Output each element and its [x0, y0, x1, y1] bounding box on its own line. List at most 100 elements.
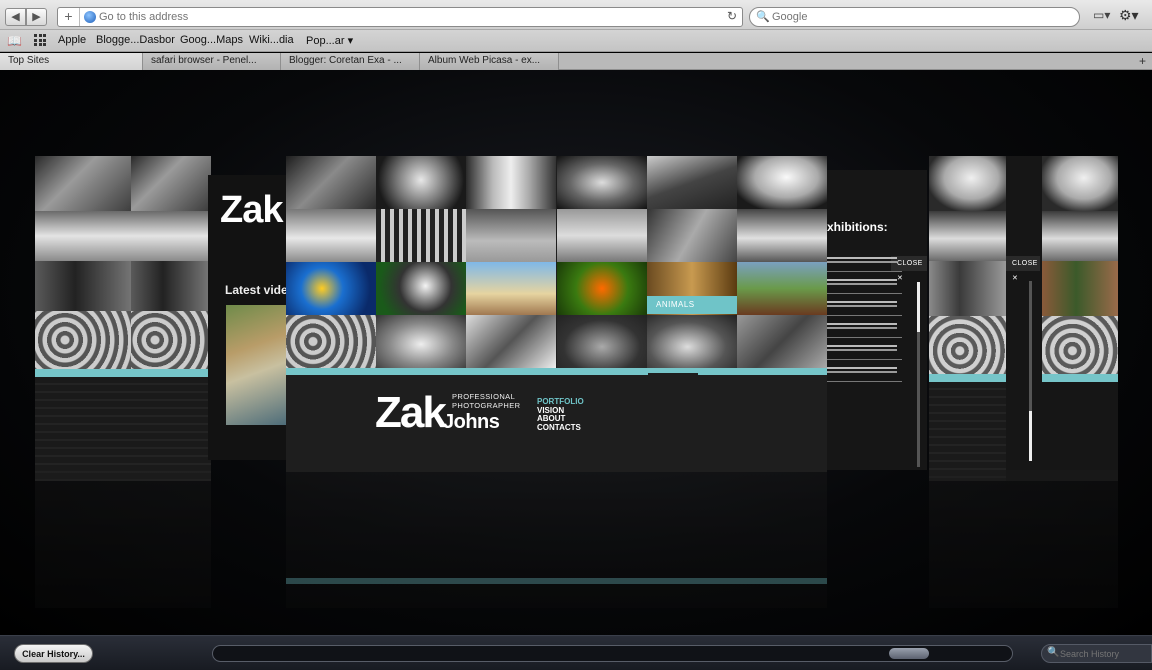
bookmark-blogger-dasbor[interactable]: Blogge...Dasbor: [96, 34, 175, 46]
logo-johns: Johns: [443, 411, 500, 433]
reload-icon[interactable]: ↻: [727, 9, 737, 23]
logo-photographer: PHOTOGRAPHER: [452, 401, 521, 410]
accent-strip: [929, 374, 1006, 382]
thumbnail-landscape: [131, 211, 211, 261]
scrollbar-thumb[interactable]: [1029, 411, 1032, 461]
photo-thumbnail[interactable]: [646, 156, 737, 209]
photo-thumbnail[interactable]: [376, 262, 467, 315]
history-page-far-right[interactable]: CLOSE ✕: [1006, 156, 1118, 481]
tab-top-sites[interactable]: Top Sites: [0, 53, 143, 70]
photo-thumbnail[interactable]: [737, 315, 827, 368]
tab-safari-browser[interactable]: safari browser - Penel...: [143, 53, 281, 70]
photo-thumbnail[interactable]: [737, 262, 827, 315]
settings-menu-button[interactable]: ⚙▾: [1119, 7, 1145, 25]
animals-label[interactable]: ANIMALS: [647, 296, 737, 314]
tab-blogger[interactable]: Blogger: Coretan Exa - ...: [281, 53, 420, 70]
photo-thumbnail[interactable]: [376, 209, 467, 262]
photo-thumbnail[interactable]: [556, 209, 647, 262]
back-arrow-icon: ◀: [11, 11, 20, 23]
thumbnail-animals: [131, 261, 211, 311]
photo-thumbnail[interactable]: [737, 209, 827, 262]
thumbnail-landscape: [1042, 211, 1118, 261]
bookmark-apple[interactable]: Apple: [58, 34, 86, 46]
page-logo: Zak: [220, 189, 283, 231]
scrollbar[interactable]: [1029, 281, 1032, 461]
globe-icon: [84, 11, 96, 23]
exhibitions-heading: xhibitions:: [827, 220, 888, 234]
photo-thumbnail[interactable]: [556, 156, 647, 209]
photo-thumbnail[interactable]: [646, 315, 737, 368]
logo-professional: PROFESSIONAL: [452, 392, 516, 401]
thumbnail-portrait: [1042, 156, 1118, 211]
thumbnail-food: [35, 311, 135, 369]
address-input[interactable]: [99, 9, 699, 25]
accent-strip: [1042, 374, 1118, 382]
photo-thumbnail[interactable]: [556, 262, 647, 315]
thumbnail-food: [929, 316, 1006, 374]
photo-thumbnail[interactable]: [376, 315, 467, 368]
bookmark-popular-menu[interactable]: Pop...ar ▾: [306, 34, 353, 47]
search-bar[interactable]: 🔍: [749, 7, 1080, 27]
search-input[interactable]: [772, 10, 1072, 24]
photo-thumbnail[interactable]: [466, 262, 557, 315]
history-page-zak-johns[interactable]: ANIMALS Zak Johns PROFESSIONAL PHOTOGRAP…: [286, 156, 827, 472]
cover-flow-scrollbar[interactable]: [212, 645, 1013, 662]
photo-thumbnail[interactable]: [286, 156, 376, 209]
forward-arrow-icon: ▶: [32, 11, 41, 23]
photo-thumbnail[interactable]: [286, 315, 376, 368]
photo-thumbnail[interactable]: [466, 209, 557, 262]
photo-thumbnail[interactable]: [737, 156, 827, 209]
photo-thumbnail[interactable]: [646, 209, 737, 262]
history-page-far-left[interactable]: [35, 156, 135, 481]
history-page-mid-left[interactable]: [131, 156, 211, 481]
scrollbar[interactable]: [917, 282, 920, 467]
photo-thumbnail[interactable]: [376, 156, 467, 209]
photo-thumbnail[interactable]: [286, 209, 376, 262]
reflection-panel: [35, 470, 135, 608]
menu-contacts[interactable]: CONTACTS: [537, 423, 584, 433]
thumbnail-food: [131, 311, 211, 369]
reflection-panel: [929, 470, 1006, 608]
thumbnail-landscape: [35, 211, 135, 261]
address-bar[interactable]: + ↻: [57, 7, 743, 27]
accent-strip: [286, 368, 827, 375]
reflection-panel: [131, 470, 211, 608]
video-thumbnail: [226, 305, 288, 425]
clear-history-button[interactable]: Clear History...: [14, 644, 93, 663]
page-menu-button[interactable]: ▭▾: [1093, 8, 1115, 26]
thumbnail-animals: [35, 261, 135, 311]
history-cover-flow: Zak Latest video ANIMALS Zak Johns PROFE…: [0, 70, 1152, 635]
photo-thumbnail[interactable]: [466, 315, 557, 368]
cover-flow-scrollbar-thumb[interactable]: [889, 648, 929, 659]
bookmark-google-maps[interactable]: Goog...Maps: [180, 34, 243, 46]
new-tab-icon[interactable]: +: [1139, 53, 1146, 69]
thumbnail-portrait: [929, 156, 1006, 211]
list-item: [827, 338, 902, 360]
thumbnail-landscape: [929, 211, 1006, 261]
list-item-text: [827, 279, 897, 281]
close-button[interactable]: CLOSE ✕: [1006, 256, 1040, 282]
history-page-mid-right[interactable]: [929, 156, 1006, 481]
accent-strip: [35, 369, 135, 377]
bookmark-wikipedia[interactable]: Wiki...dia: [249, 34, 294, 46]
tab-picasa[interactable]: Album Web Picasa - ex...: [420, 53, 559, 70]
history-bottom-bar: Clear History... 🔍: [0, 635, 1152, 670]
history-search-input[interactable]: [1060, 647, 1150, 660]
history-page-near-left[interactable]: Zak Latest video: [208, 175, 288, 460]
back-button[interactable]: ◀: [5, 8, 26, 26]
photo-thumbnail[interactable]: [556, 315, 647, 368]
top-sites-grid-icon[interactable]: [34, 34, 46, 46]
list-item: [827, 294, 902, 316]
cover-flow-reflection: [35, 470, 1118, 608]
reading-list-icon[interactable]: 📖: [7, 34, 22, 48]
bookmarks-bar: 📖 Apple Blogge...Dasbor Goog...Maps Wiki…: [0, 30, 1152, 52]
forward-button[interactable]: ▶: [26, 8, 47, 26]
history-page-near-right[interactable]: CLOSE ✕ xhibitions:: [827, 170, 927, 470]
history-search-field[interactable]: 🔍: [1041, 644, 1152, 663]
photo-thumbnail[interactable]: [286, 262, 376, 315]
search-icon: 🔍: [1047, 647, 1060, 658]
photo-thumbnail[interactable]: [466, 156, 557, 209]
page-footer: [35, 377, 135, 481]
scrollbar-thumb[interactable]: [917, 282, 920, 332]
add-bookmark-button[interactable]: +: [58, 8, 80, 26]
